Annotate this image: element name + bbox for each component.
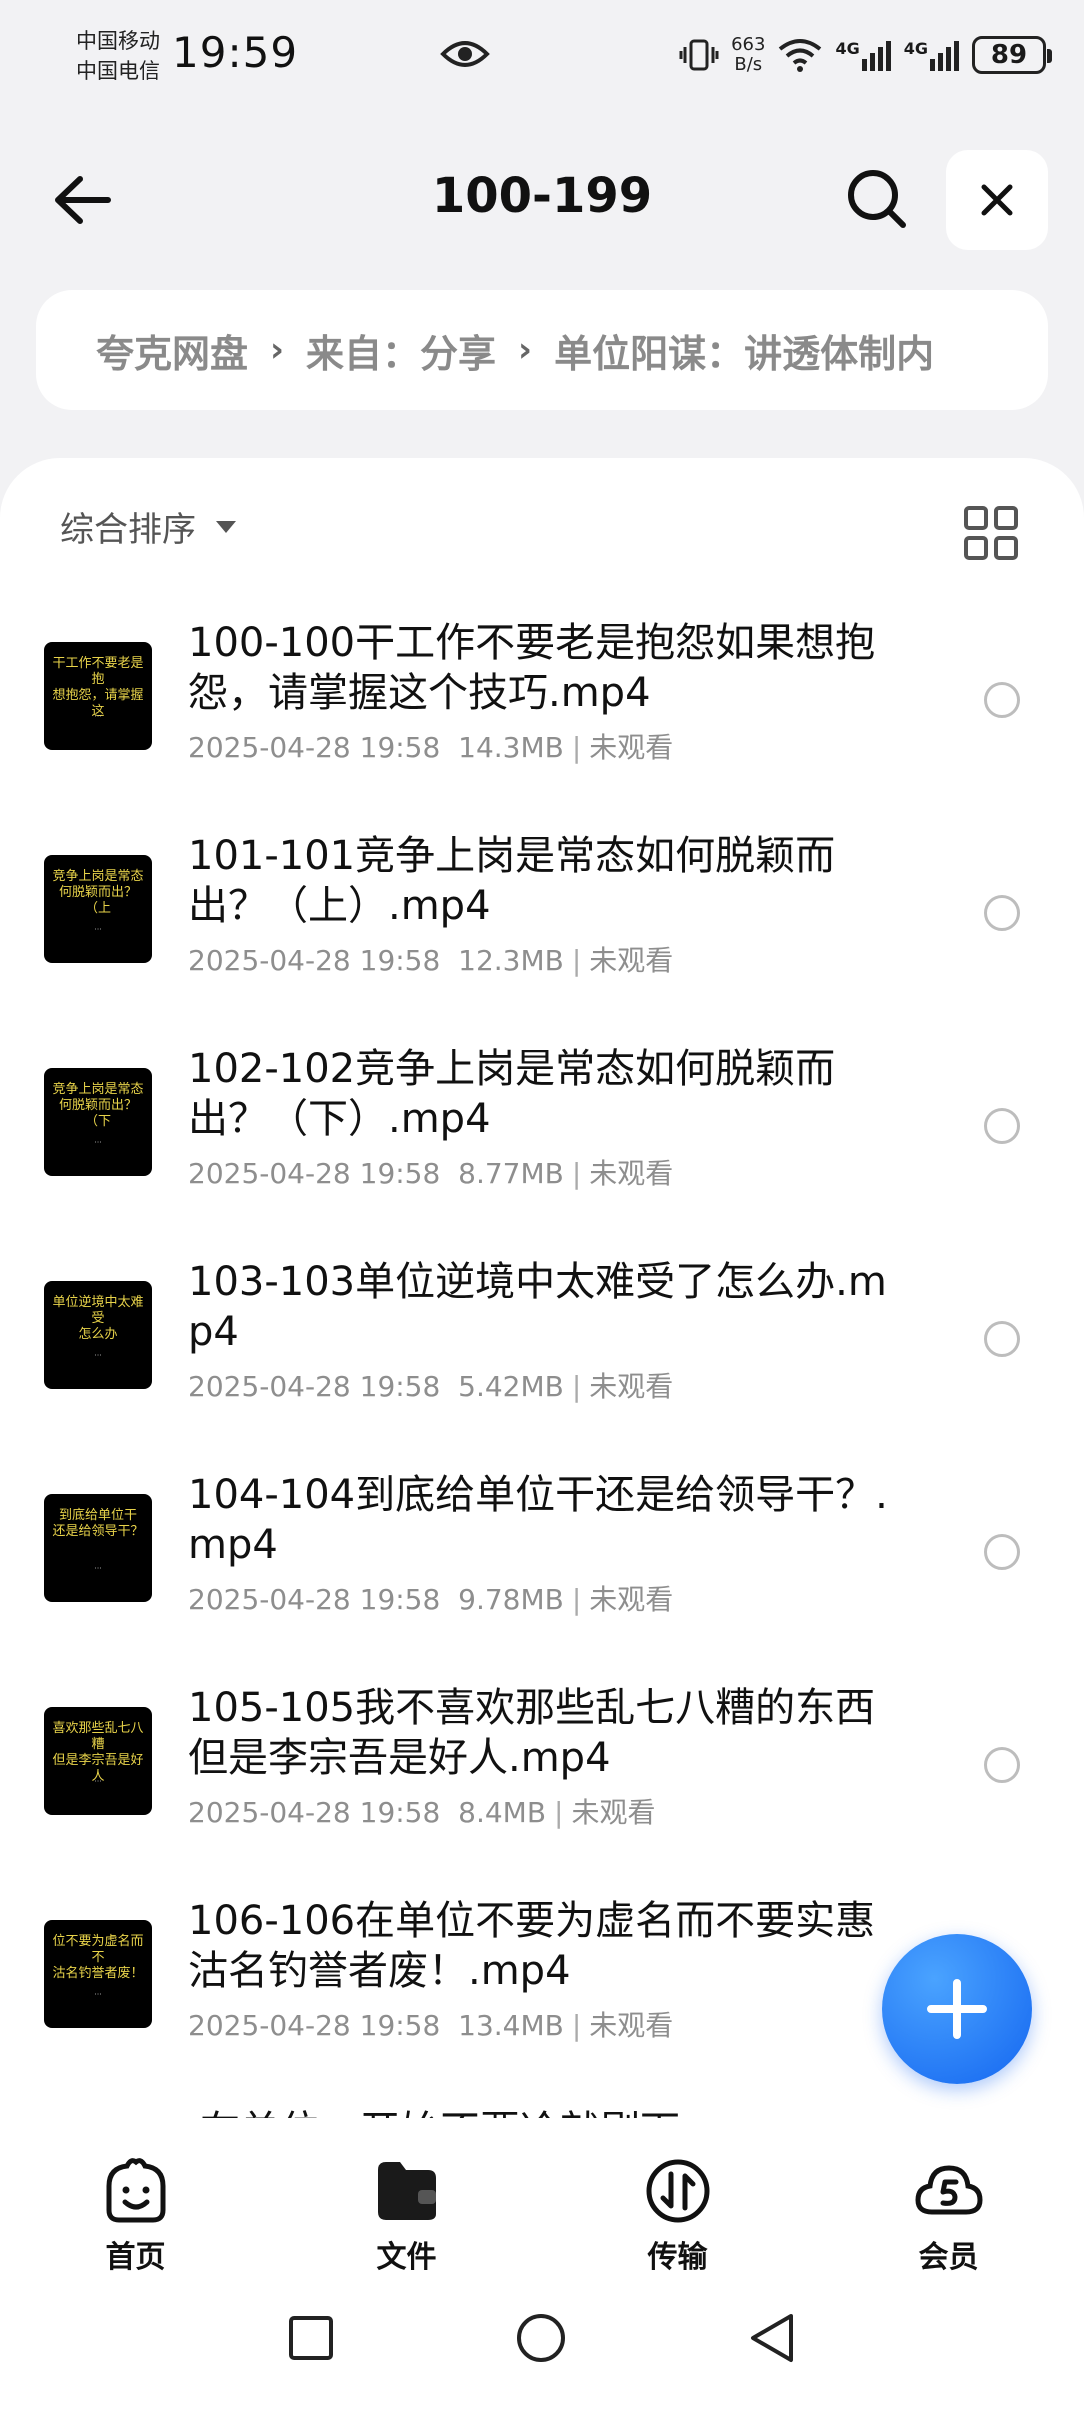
file-name: 105-105我不喜欢那些乱七八糟的东西但是李宗吾是好人.mp4 [188, 1685, 876, 1781]
file-list: 干工作不要老是抱 想抱怨，请掌握这 ··· 100-100干工作不要老是抱怨如果… [0, 598, 1084, 2089]
select-radio[interactable] [984, 682, 1020, 718]
caret-down-icon [216, 520, 236, 533]
system-nav-bar [0, 2278, 1084, 2412]
vibrate-icon [679, 39, 719, 71]
carrier-2: 中国电信 [76, 59, 160, 83]
sort-label: 综合排序 [60, 510, 196, 550]
file-meta: 2025-04-28 19:58 8.4MB | 未观看 [188, 1796, 656, 1829]
video-thumbnail: 干工作不要老是抱 想抱怨，请掌握这 ··· [44, 642, 152, 750]
file-row[interactable]: 喜欢那些乱七八糟 但是李宗吾是好人 ··· 105-105我不喜欢那些乱七八糟的… [0, 1663, 1084, 1876]
thumbnail-signature: ··· [94, 1777, 102, 1786]
video-thumbnail: 竞争上岗是常态 何脱颖而出？（上 ··· [44, 855, 152, 963]
breadcrumb-item-current[interactable]: 单位阳谋：讲透体制内 [554, 323, 934, 378]
file-name: 100-100干工作不要老是抱怨如果想抱怨，请掌握这个技巧.mp4 [188, 620, 876, 716]
nav-item-files[interactable]: 文件 [271, 2118, 542, 2278]
nav-label: 首页 [105, 2240, 166, 2275]
status-time: 19:59 [172, 28, 299, 77]
select-radio[interactable] [984, 1321, 1020, 1357]
recents-square-icon[interactable] [281, 2308, 341, 2368]
add-button[interactable] [882, 1934, 1032, 2084]
nav-item-vip[interactable]: 会员 [813, 2118, 1084, 2278]
search-button[interactable] [838, 160, 914, 236]
file-row[interactable]: 单位逆境中太难受 怎么办 ··· 103-103单位逆境中太难受了怎么办.mp4… [0, 1237, 1084, 1450]
top-bar: 100-199 [0, 140, 1084, 260]
file-meta: 2025-04-28 19:58 9.78MB | 未观看 [188, 1583, 674, 1616]
file-row[interactable]: 干工作不要老是抱 想抱怨，请掌握这 ··· 100-100干工作不要老是抱怨如果… [0, 598, 1084, 811]
home-circle-icon[interactable] [511, 2308, 571, 2368]
close-icon [981, 184, 1013, 216]
transfer-icon [646, 2159, 709, 2223]
thumbnail-signature: ··· [94, 1564, 102, 1573]
breadcrumb-item-share[interactable]: 来自：分享 [306, 323, 496, 378]
carrier-1: 中国移动 [76, 29, 160, 53]
thumbnail-signature: ··· [94, 1351, 102, 1360]
list-item-partial: 在单位一开始不要冷就剔下 [0, 2090, 1084, 2118]
video-thumbnail: 喜欢那些乱七八糟 但是李宗吾是好人 ··· [44, 1707, 152, 1815]
select-radio[interactable] [984, 1747, 1020, 1783]
carrier-info: 中国移动 中国电信 [76, 26, 160, 86]
sort-dropdown[interactable]: 综合排序 [60, 502, 236, 551]
video-thumbnail: 到底给单位干 还是给领导干？ ··· [44, 1494, 152, 1602]
search-icon [848, 170, 906, 228]
nav-label: 会员 [918, 2240, 979, 2275]
breadcrumb-item-root[interactable]: 夸克网盘 [96, 323, 248, 378]
file-meta: 2025-04-28 19:58 14.3MB | 未观看 [188, 731, 674, 764]
file-meta: 2025-04-28 19:58 13.4MB | 未观看 [188, 2009, 674, 2042]
eye-icon [440, 41, 490, 67]
file-name: 102-102竞争上岗是常态如何脱颖而出？（下）.mp4 [188, 1046, 836, 1142]
home-face-icon [106, 2158, 165, 2223]
nav-label: 传输 [647, 2240, 708, 2275]
select-radio[interactable] [984, 1108, 1020, 1144]
folder-icon [377, 2162, 436, 2220]
plus-icon [927, 1979, 987, 2039]
vip-cloud-icon [914, 2165, 983, 2215]
file-row[interactable]: 竞争上岗是常态 何脱颖而出？（上 ··· 101-101竞争上岗是常态如何脱颖而… [0, 811, 1084, 1024]
chevron-right-icon: › [270, 330, 285, 370]
video-thumbnail: 单位逆境中太难受 怎么办 ··· [44, 1281, 152, 1389]
bottom-nav: 首页 文件 传输 会员 [0, 2118, 1084, 2278]
file-name: 106-106在单位不要为虚名而不要实惠沽名钓誉者废！.mp4 [188, 1898, 876, 1994]
thumbnail-signature: ··· [94, 925, 102, 934]
file-name: 104-104到底给单位干还是给领导干？.mp4 [188, 1472, 888, 1568]
file-meta: 2025-04-28 19:58 8.77MB | 未观看 [188, 1157, 674, 1190]
nav-label: 文件 [376, 2240, 437, 2275]
file-name: 101-101竞争上岗是常态如何脱颖而出？（上）.mp4 [188, 833, 836, 929]
close-button[interactable] [946, 150, 1048, 250]
nav-item-transfer[interactable]: 传输 [542, 2118, 813, 2278]
file-list-panel: 综合排序 干工作不要老是抱 想抱怨，请掌握这 ··· 100-100干工作不要老… [0, 458, 1084, 2118]
wifi-icon [779, 39, 822, 72]
thumbnail-signature: ··· [94, 1138, 102, 1147]
thumbnail-signature: ··· [94, 1990, 102, 1999]
battery-indicator: 89 [972, 36, 1052, 74]
thumbnail-signature: ··· [94, 712, 102, 721]
file-meta: 2025-04-28 19:58 5.42MB | 未观看 [188, 1370, 674, 1403]
grid-view-icon[interactable] [960, 502, 1022, 564]
status-icons: 663 B/s 4G 4G 89 [679, 30, 1052, 80]
file-row[interactable]: 竞争上岗是常态 何脱颖而出？（下 ··· 102-102竞争上岗是常态如何脱颖而… [0, 1024, 1084, 1237]
nav-item-home[interactable]: 首页 [0, 2118, 271, 2278]
file-meta: 2025-04-28 19:58 12.3MB | 未观看 [188, 944, 674, 977]
file-row[interactable]: 到底给单位干 还是给领导干？ ··· 104-104到底给单位干还是给领导干？.… [0, 1450, 1084, 1663]
net-speed: 663 B/s [731, 34, 766, 75]
select-radio[interactable] [984, 1534, 1020, 1570]
status-bar: 中国移动 中国电信 19:59 663 B/s 4G 4G 89 [0, 0, 1084, 110]
signal-1: 4G [835, 39, 891, 71]
select-radio[interactable] [984, 895, 1020, 931]
file-name: 103-103单位逆境中太难受了怎么办.mp4 [188, 1259, 887, 1355]
page-title: 100-199 [431, 168, 653, 224]
signal-2: 4G [904, 39, 960, 71]
video-thumbnail: 位不要为虚名而不 沽名钓誉者废！ ··· [44, 1920, 152, 2028]
signal-bars-icon [930, 41, 959, 71]
breadcrumb: 夸克网盘 › 来自：分享 › 单位阳谋：讲透体制内 [36, 290, 1048, 410]
back-triangle-icon[interactable] [743, 2308, 803, 2368]
chevron-right-icon: › [518, 330, 533, 370]
video-thumbnail: 竞争上岗是常态 何脱颖而出？（下 ··· [44, 1068, 152, 1176]
signal-bars-icon [861, 41, 891, 71]
